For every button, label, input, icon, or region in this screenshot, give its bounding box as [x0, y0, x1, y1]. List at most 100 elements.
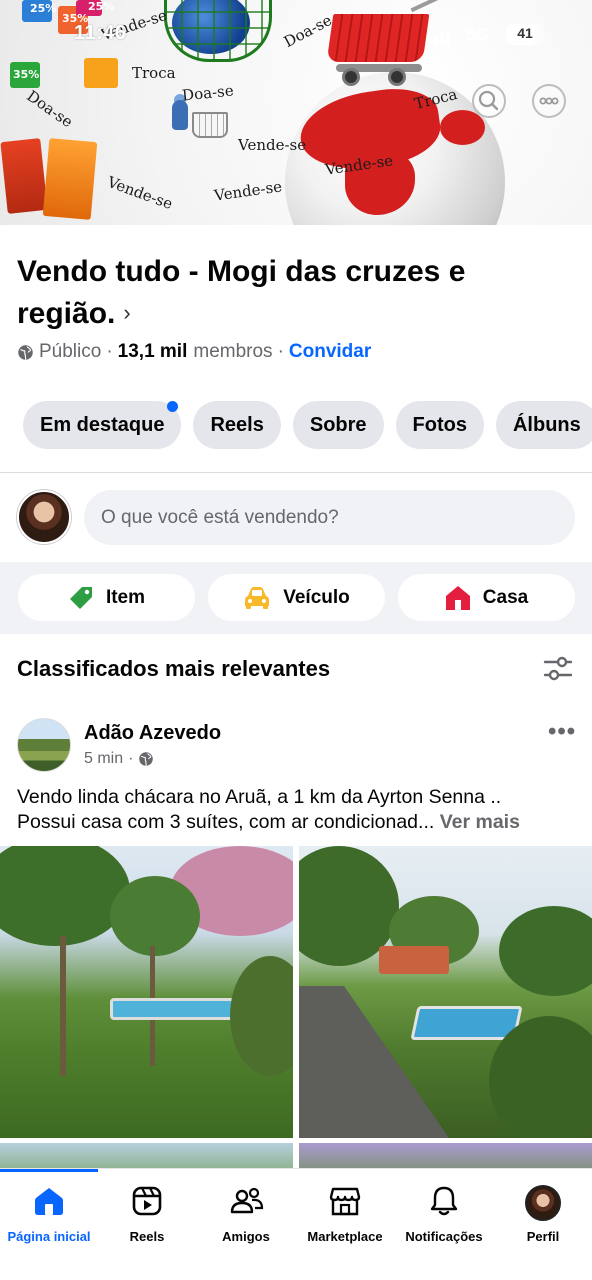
members-label: membros: [193, 341, 273, 362]
group-cover-photo[interactable]: 35% 25% 35% 25% Doa-se Vende-se Troca Do…: [0, 0, 592, 225]
see-more-link[interactable]: Ver mais: [440, 811, 520, 833]
cover-word: Vende-se: [213, 177, 284, 205]
discount-tag: 25%: [30, 2, 57, 15]
house-roof: [379, 946, 449, 974]
nav-label: Marketplace: [307, 1229, 383, 1244]
separator-dot: ·: [277, 341, 284, 362]
sell-composer-input[interactable]: O que você está vendendo?: [84, 490, 575, 545]
cart-wheel: [388, 68, 406, 86]
discount-tag: 35%: [13, 68, 40, 81]
post-author-avatar[interactable]: [17, 718, 71, 772]
tree: [230, 956, 293, 1076]
tab-albuns[interactable]: Álbuns: [495, 401, 592, 449]
bottom-navigation: Página inicial Reels Amigos Marketplace: [0, 1168, 592, 1280]
post-text-line: Possui casa com 3 suítes, com ar condici…: [17, 811, 520, 833]
bell-icon: [430, 1186, 458, 1216]
post-text: Vendo linda chácara no Aruã, a 1 km da A…: [17, 785, 577, 835]
invite-link[interactable]: Convidar: [289, 341, 371, 363]
category-house-button[interactable]: Casa: [398, 574, 575, 621]
tree: [499, 906, 592, 996]
battery-icon: 41: [506, 24, 544, 45]
notification-badge: [167, 401, 179, 412]
network-type: 5G: [466, 25, 489, 44]
tab-label: Sobre: [309, 413, 367, 436]
post-time: 5 min: [84, 750, 124, 767]
nav-marketplace[interactable]: Marketplace: [296, 1169, 394, 1259]
tab-sobre[interactable]: Sobre: [292, 401, 384, 449]
cover-word: Vende-se: [104, 172, 176, 214]
post-author-name[interactable]: Adão Azevedo: [84, 722, 221, 745]
post-text-line: Vendo linda chácara no Aruã, a 1 km da A…: [17, 786, 502, 808]
avatar[interactable]: [17, 490, 71, 544]
nav-home[interactable]: Página inicial: [0, 1169, 98, 1259]
privacy-label: Público: [39, 341, 102, 362]
cover-word: Doa-se: [181, 81, 235, 105]
shopping-bag-illustration: [42, 138, 98, 220]
figure-body: [172, 100, 188, 130]
post-photo[interactable]: [0, 846, 293, 1138]
tab-em-destaque[interactable]: Em destaque: [23, 401, 182, 449]
status-bar: 11:46 5G 41: [0, 22, 592, 48]
category-vehicle-button[interactable]: Veículo: [208, 574, 385, 621]
search-icon: [478, 90, 499, 111]
active-indicator: [0, 1169, 98, 1172]
house-icon: [445, 585, 470, 610]
divider: [0, 472, 592, 473]
nav-profile[interactable]: Perfil: [494, 1169, 592, 1259]
tree: [110, 876, 200, 956]
tab-label: Álbuns: [512, 413, 581, 436]
reels-icon: [132, 1186, 162, 1216]
pool: [110, 998, 240, 1020]
nav-notifications[interactable]: Notificações: [395, 1169, 493, 1259]
nav-friends[interactable]: Amigos: [197, 1169, 295, 1259]
globe-icon: [18, 344, 33, 360]
friends-icon: [230, 1187, 264, 1214]
tag-icon: [69, 586, 92, 609]
small-cart-illustration: [192, 112, 228, 138]
category-label: Item: [105, 586, 146, 608]
globe-icon: [139, 752, 154, 767]
category-item-button[interactable]: Item: [18, 574, 195, 621]
group-name: Vendo tudo - Mogi das cruzes e região.: [17, 255, 466, 330]
post-timestamp: 5 min ·: [84, 750, 154, 768]
more-options-button[interactable]: [532, 84, 566, 118]
category-label: Veículo: [283, 586, 350, 608]
more-icon: [539, 97, 559, 105]
category-label: Casa: [482, 586, 529, 608]
tab-fotos[interactable]: Fotos: [395, 401, 484, 449]
nav-label: Reels: [129, 1229, 165, 1244]
nav-reels[interactable]: Reels: [98, 1169, 196, 1259]
post-photo[interactable]: [299, 846, 592, 1138]
tab-label: Reels: [210, 413, 264, 436]
shopping-bag-illustration: [84, 58, 118, 88]
search-button[interactable]: [472, 84, 506, 118]
nav-label: Página inicial: [7, 1229, 91, 1244]
tree: [0, 846, 130, 946]
nav-label: Perfil: [526, 1229, 560, 1244]
member-count: 13,1 mil: [117, 341, 188, 362]
separator-dot: ·: [106, 341, 113, 362]
status-time: 11:46: [74, 22, 127, 44]
car-icon: [245, 586, 270, 609]
nav-label: Amigos: [222, 1229, 270, 1244]
composer-placeholder: O que você está vendendo?: [101, 506, 339, 528]
post-options-button[interactable]: •••: [548, 718, 576, 746]
separator-dot: ·: [128, 750, 134, 767]
profile-avatar: [525, 1185, 561, 1221]
nav-label: Notificações: [405, 1229, 483, 1244]
tab-label: Fotos: [412, 413, 467, 436]
filter-icon[interactable]: [543, 656, 573, 682]
group-title[interactable]: Vendo tudo - Mogi das cruzes e região. ›: [17, 251, 537, 337]
cover-word: Doa-se: [23, 86, 77, 132]
cart-handle: [410, 0, 440, 13]
cellular-signal-icon: [428, 28, 452, 44]
group-meta: Público · 13,1 mil membros · Convidar: [17, 341, 371, 363]
shopping-bag-illustration: [0, 138, 48, 214]
chevron-right-icon: ›: [123, 300, 131, 325]
section-title: Classificados mais relevantes: [17, 656, 331, 681]
cart-wheel: [342, 68, 360, 86]
discount-tag: 25%: [88, 0, 115, 13]
tab-reels[interactable]: Reels: [193, 401, 281, 449]
group-tabs: Em destaque Reels Sobre Fotos Álbuns: [23, 401, 592, 449]
cover-word: Vende-se: [238, 136, 307, 154]
